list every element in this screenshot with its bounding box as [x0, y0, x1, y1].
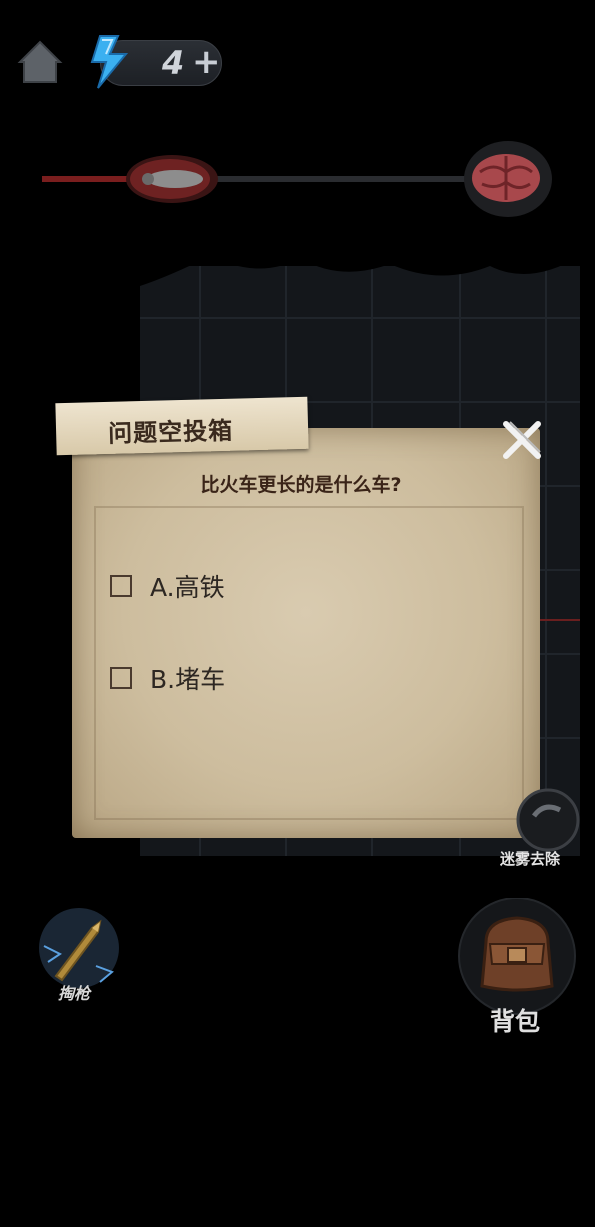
option-a-checkbox[interactable]	[110, 575, 132, 597]
close-x-icon[interactable]	[500, 418, 544, 462]
lightning-bolt-icon	[90, 35, 129, 89]
bug-icon	[126, 155, 218, 203]
evolution-progress-track	[42, 141, 552, 217]
home-icon[interactable]	[14, 36, 66, 88]
dialog-title: 问题空投箱	[107, 416, 234, 448]
option-b[interactable]: B.堵车	[110, 658, 225, 698]
draw-gun-label: 掏枪	[58, 984, 91, 1003]
option-b-label: B.堵车	[150, 665, 226, 694]
clear-fog-label: 迷雾去除	[500, 850, 561, 868]
option-b-checkbox[interactable]	[110, 667, 132, 689]
brain-icon	[464, 141, 552, 217]
backpack-label: 背包	[490, 1007, 541, 1036]
title-tab: 问题空投箱	[55, 396, 309, 456]
energy-count: 4	[162, 44, 185, 82]
option-a[interactable]: A.高铁	[110, 566, 225, 606]
add-energy-button[interactable]: +	[192, 42, 221, 82]
question-text: 比火车更长的是什么车?	[200, 474, 402, 496]
option-a-label: A.高铁	[150, 573, 225, 602]
backpack-icon	[480, 916, 554, 992]
question-airdrop-dialog: 问题空投箱 比火车更长的是什么车? A.高铁 B.堵车	[55, 396, 546, 844]
